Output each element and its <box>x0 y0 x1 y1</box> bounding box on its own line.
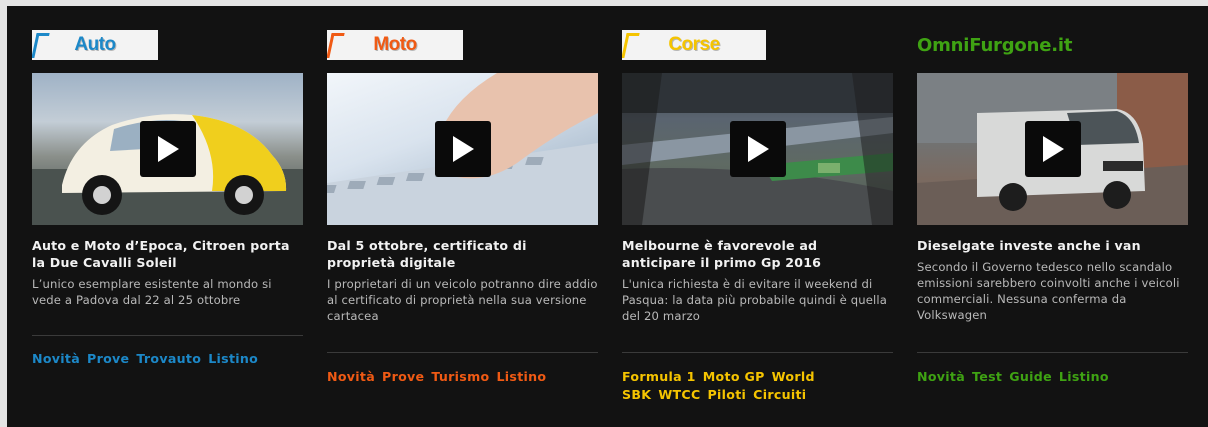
link-test[interactable]: Test <box>972 369 1002 384</box>
section-links: Novità Prove Trovauto Listino <box>32 350 303 368</box>
link-novita[interactable]: Novità <box>917 369 965 384</box>
play-button[interactable] <box>729 121 786 177</box>
link-listino[interactable]: Listino <box>208 351 258 366</box>
article-title[interactable]: Dal 5 ottobre, certificato di proprietà … <box>327 237 598 271</box>
divider <box>32 335 303 336</box>
link-novita[interactable]: Novità <box>32 351 80 366</box>
play-button[interactable] <box>1024 121 1081 177</box>
auto-logo[interactable]: Auto <box>32 28 303 62</box>
play-icon <box>157 136 179 162</box>
column-corse: Corse Melbourne è favorevole ad anticipa… <box>622 28 893 402</box>
column-auto: Auto Auto e Moto d’Epoca, Citroen porta … <box>32 28 303 366</box>
link-prove[interactable]: Prove <box>382 369 424 384</box>
section-links: Formula 1 Moto GP World SBK WTCC Piloti Circu… <box>622 368 893 404</box>
link-turismo[interactable]: Turismo <box>431 369 489 384</box>
link-prove[interactable]: Prove <box>87 351 129 366</box>
play-icon <box>1042 136 1064 162</box>
news-panel: Auto Auto e Moto d’Epoca, Citroen porta … <box>7 6 1208 427</box>
video-thumbnail[interactable] <box>327 73 598 225</box>
article-description: Secondo il Governo tedesco nello scandal… <box>917 260 1180 322</box>
divider <box>622 352 893 353</box>
video-thumbnail[interactable] <box>32 73 303 225</box>
play-button[interactable] <box>139 121 196 177</box>
logo-text: OmniFurgone.it <box>917 34 1073 56</box>
logo-mark-icon <box>327 33 345 58</box>
link-guide[interactable]: Guide <box>1009 369 1052 384</box>
link-formula-1[interactable]: Formula 1 <box>622 369 696 384</box>
logo-badge: Moto <box>327 30 463 60</box>
link-circuiti[interactable]: Circuiti <box>753 387 806 402</box>
logo-text: Moto <box>373 34 417 55</box>
play-button[interactable] <box>434 121 491 177</box>
divider <box>917 352 1188 353</box>
article-description: L'unica richiesta è di evitare il weeken… <box>622 277 887 323</box>
article-description: I proprietari di un veicolo potranno dir… <box>327 277 598 323</box>
link-piloti[interactable]: Piloti <box>708 387 747 402</box>
column-moto: Moto Dal 5 ottobre, certificato di propr… <box>327 28 598 384</box>
video-thumbnail[interactable] <box>622 73 893 225</box>
article-title[interactable]: Auto e Moto d’Epoca, Citroen porta la Du… <box>32 237 303 271</box>
logo-badge: Corse <box>622 30 766 60</box>
link-wtcc[interactable]: WTCC <box>658 387 700 402</box>
logo-mark-icon <box>32 33 50 58</box>
logo-badge: Auto <box>32 30 158 60</box>
video-thumbnail[interactable] <box>917 73 1188 225</box>
section-links: Novità Test Guide Listino <box>917 368 1188 386</box>
article-title[interactable]: Dieselgate investe anche i van <box>917 237 1188 254</box>
article-title[interactable]: Melbourne è favorevole ad anticipare il … <box>622 237 893 271</box>
play-icon <box>747 136 769 162</box>
divider <box>327 352 598 353</box>
section-links: Novità Prove Turismo Listino <box>327 368 598 386</box>
column-furgone: OmniFurgone.it Dieselgate investe anche … <box>917 28 1188 384</box>
logo-text: Corse <box>668 34 720 55</box>
moto-logo[interactable]: Moto <box>327 28 598 62</box>
link-listino[interactable]: Listino <box>496 369 546 384</box>
logo-text: Auto <box>74 34 116 55</box>
link-listino[interactable]: Listino <box>1059 369 1109 384</box>
logo-mark-icon <box>622 33 640 58</box>
link-moto-gp[interactable]: Moto GP <box>703 369 765 384</box>
omnifurgone-logo[interactable]: OmniFurgone.it <box>917 28 1188 62</box>
link-novita[interactable]: Novità <box>327 369 375 384</box>
article-description: L’unico esemplare esistente al mondo si … <box>32 277 272 307</box>
corse-logo[interactable]: Corse <box>622 28 893 62</box>
play-icon <box>452 136 474 162</box>
link-trovauto[interactable]: Trovauto <box>136 351 201 366</box>
